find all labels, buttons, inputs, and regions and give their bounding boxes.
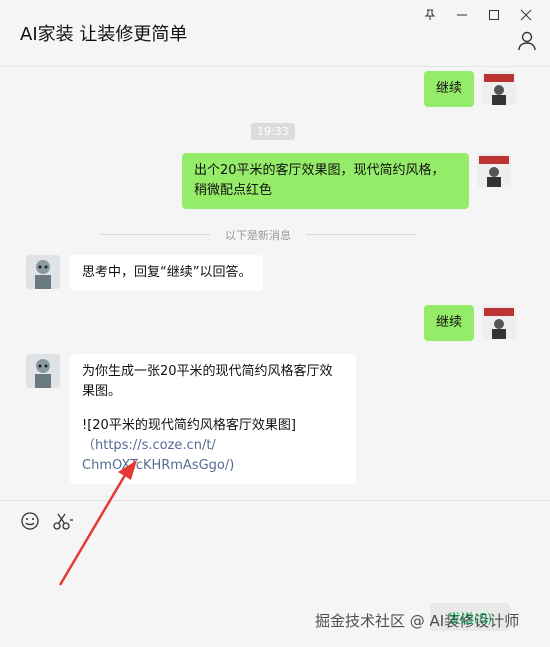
user-profile-icon[interactable] xyxy=(516,30,538,52)
link-text[interactable]: （https://s.coze.cn/t/ xyxy=(82,436,344,456)
maximize-icon[interactable] xyxy=(478,4,510,26)
message-row: 出个20平米的客厅效果图，现代简约风格， 稍微配点红色 xyxy=(182,153,511,209)
window-controls xyxy=(414,4,542,26)
message-bubble[interactable]: 继续 xyxy=(424,305,475,341)
user-avatar[interactable] xyxy=(482,71,517,105)
emoji-icon[interactable] xyxy=(20,511,42,533)
message-row: 继续 xyxy=(424,71,517,107)
chat-area[interactable]: 继续 19:33 出个20平米的客厅效果图，现代简约风格， 稍微配点红色 以下是… xyxy=(0,67,550,499)
message-bubble[interactable]: 继续 xyxy=(424,71,475,107)
message-bubble[interactable]: 思考中，回复“继续”以回答。 xyxy=(70,255,264,291)
chat-title: AI家装 让装修更简单 xyxy=(20,24,188,45)
minimize-icon[interactable] xyxy=(446,4,478,26)
message-bubble[interactable]: 为你生成一张20平米的现代简约风格客厅效 果图。 ![20平米的现代简约风格客厅… xyxy=(70,354,356,484)
bot-avatar[interactable] xyxy=(26,255,60,289)
user-avatar[interactable] xyxy=(482,305,517,339)
message-row: 继续 xyxy=(424,305,517,341)
watermark-text: 掘金技术社区 @ AI装修设计师 xyxy=(315,612,520,630)
message-row: 为你生成一张20平米的现代简约风格客厅效 果图。 ![20平米的现代简约风格客厅… xyxy=(26,354,356,484)
divider-line xyxy=(306,234,416,235)
user-avatar[interactable] xyxy=(477,153,511,187)
close-icon[interactable] xyxy=(510,4,542,26)
new-messages-divider: 以下是新消息 xyxy=(100,227,416,242)
timestamp-badge: 19:33 xyxy=(251,123,295,140)
link-text[interactable]: ChmOXTcKHRmAsGgo/) xyxy=(82,456,344,476)
scissors-icon[interactable] xyxy=(52,511,74,533)
message-bubble[interactable]: 出个20平米的客厅效果图，现代简约风格， 稍微配点红色 xyxy=(182,153,469,209)
bot-avatar[interactable] xyxy=(26,354,60,388)
message-row: 思考中，回复“继续”以回答。 xyxy=(26,255,264,291)
pin-icon[interactable] xyxy=(414,4,446,26)
title-bar: AI家装 让装修更简单 xyxy=(0,0,550,67)
